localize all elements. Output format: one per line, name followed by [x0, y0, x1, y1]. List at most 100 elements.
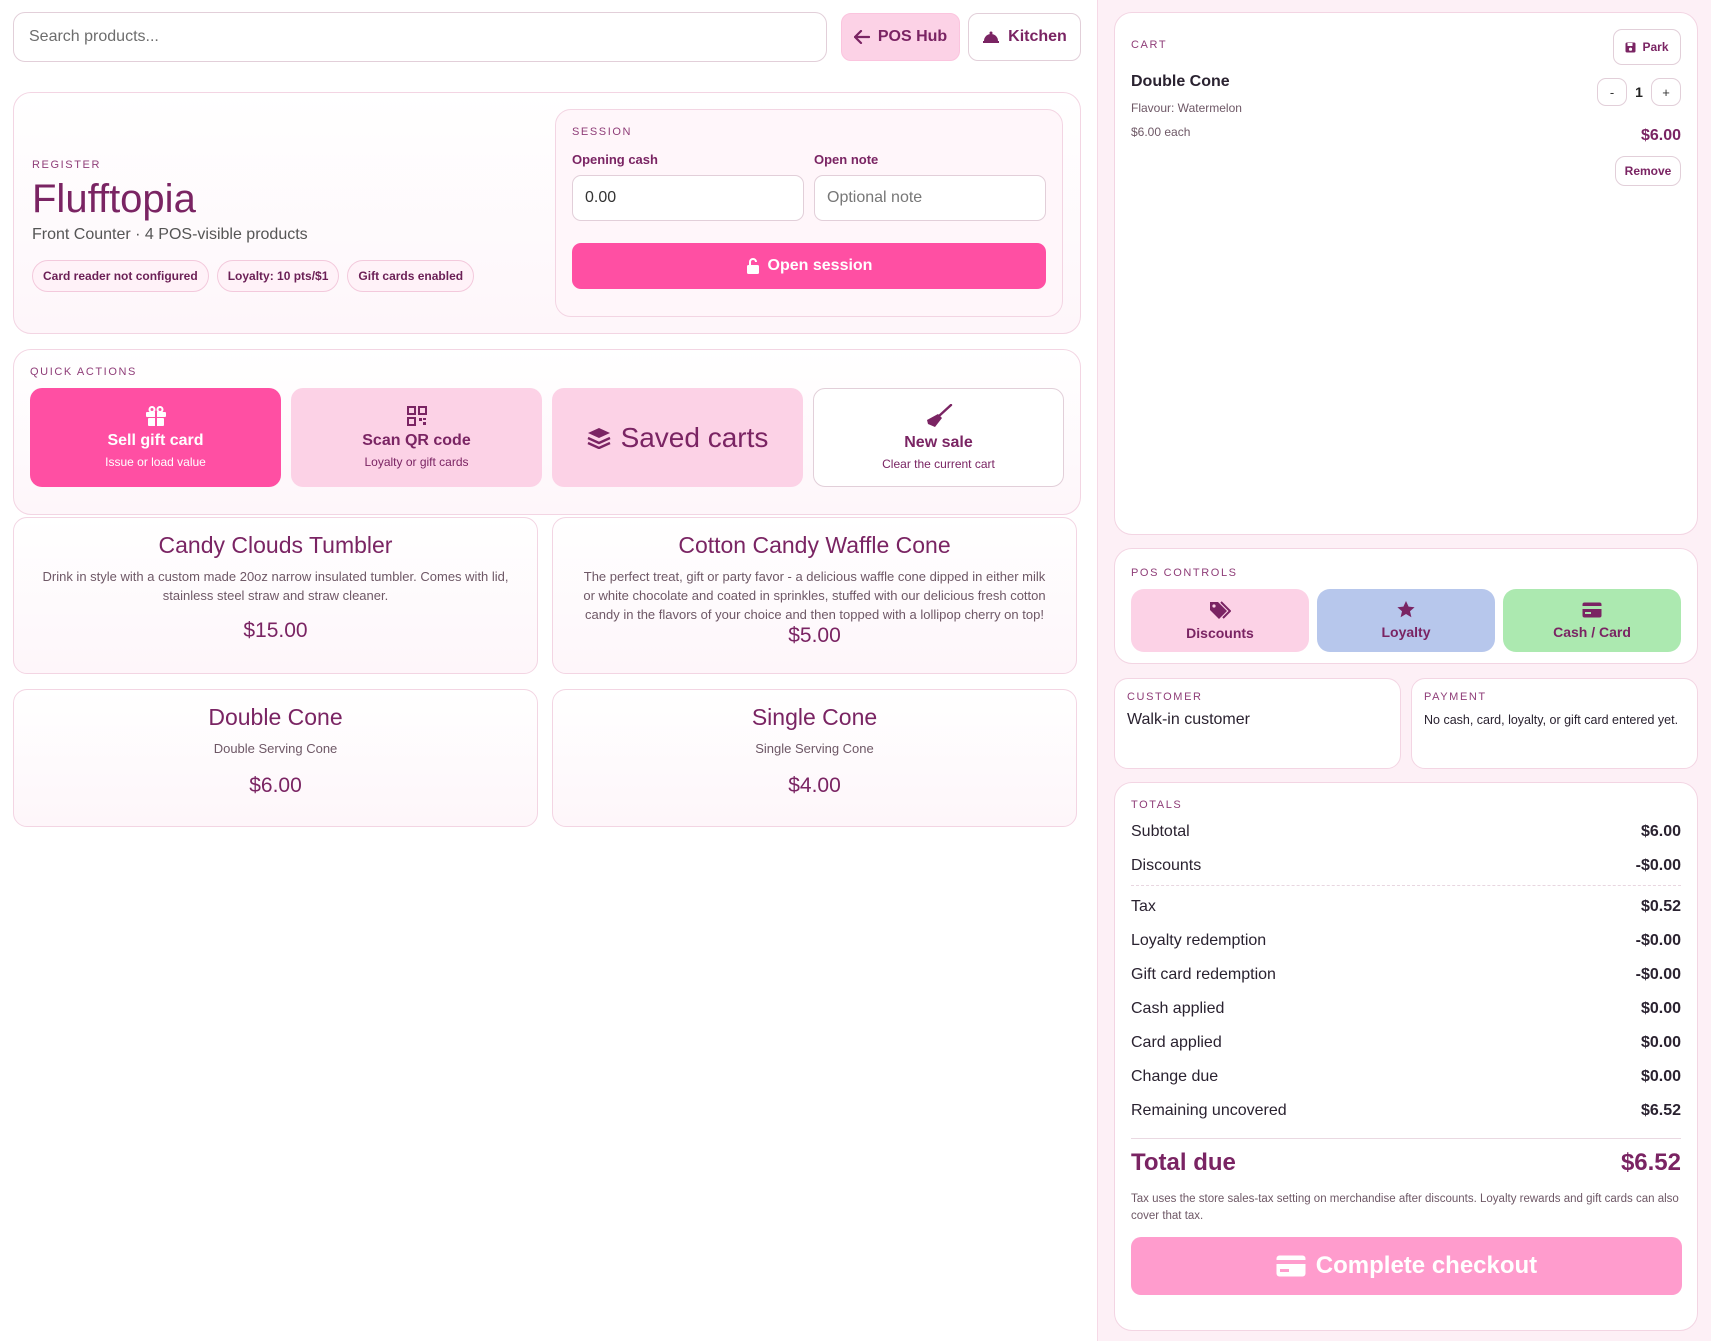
search-input[interactable] [13, 12, 827, 62]
pos-hub-button[interactable]: POS Hub [841, 13, 960, 61]
cash-card-label: Cash / Card [1553, 623, 1631, 640]
pos-controls-eyebrow: POS CONTROLS [1131, 567, 1238, 579]
customer-card[interactable]: CUSTOMER Walk-in customer [1114, 678, 1401, 769]
sell-gift-card-title: Sell gift card [107, 432, 204, 449]
opening-cash-input[interactable] [572, 175, 804, 221]
broom-icon [925, 404, 953, 428]
open-session-button[interactable]: Open session [572, 243, 1046, 289]
totals-row-gift-card-redemption: Gift card redemption -$0.00 [1131, 958, 1681, 992]
remove-item-button[interactable]: Remove [1615, 156, 1681, 186]
totals-value: -$0.00 [1635, 932, 1681, 949]
payment-value: No cash, card, loyalty, or gift card ent… [1424, 713, 1679, 727]
register-eyebrow: REGISTER [32, 159, 102, 171]
quantity-stepper: - 1 + [1597, 78, 1681, 106]
totals-row-cash-applied: Cash applied $0.00 [1131, 992, 1681, 1026]
register-card: REGISTER Flufftopia Front Counter · 4 PO… [13, 92, 1081, 334]
product-card-double-cone[interactable]: Double Cone Double Serving Cone $6.00 [13, 689, 538, 827]
complete-checkout-button[interactable]: Complete checkout [1131, 1237, 1682, 1295]
product-card-single-cone[interactable]: Single Cone Single Serving Cone $4.00 [552, 689, 1077, 827]
new-sale-button[interactable]: New sale Clear the current cart [813, 388, 1064, 487]
product-description: Double Serving Cone [213, 741, 338, 756]
scan-qr-button[interactable]: Scan QR code Loyalty or gift cards [291, 388, 542, 487]
totals-value: -$0.00 [1635, 966, 1681, 983]
register-info: REGISTER Flufftopia Front Counter · 4 PO… [32, 159, 475, 292]
open-note-input[interactable] [814, 175, 1046, 221]
totals-row-discounts: Discounts -$0.00 [1131, 849, 1681, 883]
park-button[interactable]: Park [1613, 29, 1681, 65]
totals-value: $6.00 [1640, 823, 1681, 840]
loyalty-label: Loyalty [1381, 624, 1431, 640]
open-session-label: Open session [767, 257, 873, 274]
quick-actions-card: QUICK ACTIONS Sell gift card Issue or lo… [13, 349, 1081, 515]
totals-value: $6.52 [1640, 1102, 1681, 1119]
totals-value: $0.00 [1640, 1000, 1681, 1017]
product-card-candy-clouds-tumbler[interactable]: Candy Clouds Tumbler Drink in style with… [13, 517, 538, 674]
customer-eyebrow: CUSTOMER [1127, 691, 1203, 703]
opening-cash-label: Opening cash [572, 152, 658, 167]
totals-label: Cash applied [1131, 1000, 1225, 1017]
scan-qr-sub: Loyalty or gift cards [364, 455, 469, 469]
totals-label: Tax [1131, 898, 1156, 915]
open-note-field: Open note [814, 152, 1046, 221]
tags-icon [1209, 600, 1231, 619]
totals-value: $0.52 [1640, 898, 1681, 915]
sell-gift-card-button[interactable]: Sell gift card Issue or load value [30, 388, 281, 487]
tax-note: Tax uses the store sales-tax setting on … [1131, 1193, 1679, 1222]
product-price: $15.00 [243, 619, 308, 642]
decrease-qty-button[interactable]: - [1597, 78, 1627, 106]
park-label: Park [1642, 40, 1669, 54]
opening-cash-field: Opening cash [572, 152, 804, 221]
pos-hub-label: POS Hub [877, 28, 948, 45]
discounts-button[interactable]: Discounts [1131, 589, 1309, 652]
left-column: POS Hub Kitchen REGISTER Flufftopia Fron… [13, 12, 1081, 827]
register-chips: Card reader not configured Loyalty: 10 p… [32, 260, 475, 292]
discounts-label: Discounts [1186, 624, 1254, 641]
saved-carts-title: Saved carts [620, 421, 769, 453]
totals-label: Change due [1131, 1068, 1219, 1085]
saved-carts-button[interactable]: Saved carts [552, 388, 803, 487]
loyalty-button[interactable]: Loyalty [1317, 589, 1495, 652]
cash-card-button[interactable]: Cash / Card [1503, 589, 1681, 652]
totals-row-remaining-uncovered: Remaining uncovered $6.52 [1131, 1094, 1681, 1128]
totals-label: Gift card redemption [1131, 966, 1276, 983]
new-sale-title: New sale [904, 434, 973, 451]
gift-icon [145, 406, 167, 426]
cart-panel: CART Park Double Cone Flavour: Watermelo… [1114, 12, 1698, 535]
product-price: $5.00 [788, 624, 841, 647]
customer-value: Walk-in customer [1127, 711, 1250, 728]
totals-row-card-applied: Card applied $0.00 [1131, 1026, 1681, 1060]
scan-qr-title: Scan QR code [362, 432, 471, 449]
totals-row-change-due: Change due $0.00 [1131, 1060, 1681, 1094]
bell-icon [982, 31, 1000, 43]
cart-eyebrow: CART [1131, 39, 1168, 51]
checkout-sidebar: CART Park Double Cone Flavour: Watermelo… [1097, 0, 1711, 1341]
card-reader-chip: Card reader not configured [32, 260, 209, 292]
total-due-value: $6.52 [1620, 1149, 1681, 1176]
pos-controls-panel: POS CONTROLS Discounts Loyalty Cash / Ca… [1114, 548, 1698, 664]
total-due-divider [1131, 1138, 1681, 1139]
product-description: Single Serving Cone [755, 741, 874, 756]
totals-value: $0.00 [1640, 1034, 1681, 1051]
quantity-value: 1 [1635, 84, 1643, 100]
complete-checkout-label: Complete checkout [1315, 1252, 1538, 1279]
cart-line-total: $6.00 [1640, 127, 1681, 144]
store-name: Flufftopia [32, 177, 196, 221]
credit-card-icon [1276, 1255, 1306, 1277]
totals-row-loyalty-redemption: Loyalty redemption -$0.00 [1131, 924, 1681, 958]
kitchen-button[interactable]: Kitchen [968, 13, 1081, 61]
totals-label: Remaining uncovered [1131, 1102, 1287, 1119]
arrow-left-icon [853, 30, 870, 44]
cart-item-unit-price: $6.00 each [1131, 125, 1191, 139]
product-description: Drink in style with a custom made 20oz n… [42, 569, 509, 603]
payment-card: PAYMENT No cash, card, loyalty, or gift … [1411, 678, 1698, 769]
product-name: Cotton Candy Waffle Cone [678, 532, 951, 558]
totals-row-tax: Tax $0.52 [1131, 890, 1681, 924]
increase-qty-button[interactable]: + [1651, 78, 1681, 106]
session-eyebrow: SESSION [572, 126, 633, 138]
session-panel: SESSION Opening cash Open note Open sess… [555, 109, 1063, 317]
open-note-label: Open note [814, 152, 879, 167]
top-bar: POS Hub Kitchen [13, 12, 1081, 62]
product-card-cotton-candy-waffle-cone[interactable]: Cotton Candy Waffle Cone The perfect tre… [552, 517, 1077, 674]
totals-divider [1131, 885, 1681, 886]
gift-cards-chip: Gift cards enabled [347, 260, 475, 292]
